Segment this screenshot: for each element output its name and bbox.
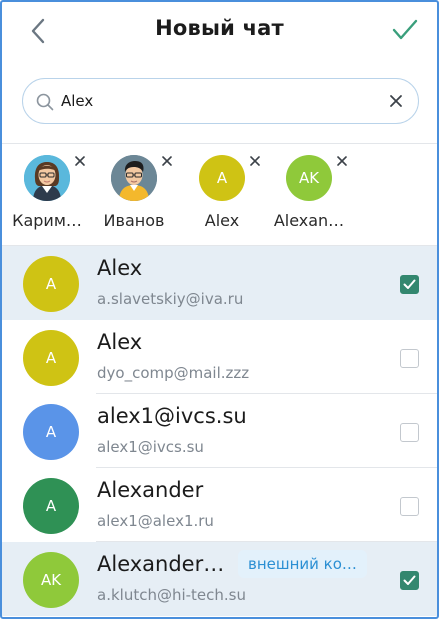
avatar: A (23, 256, 79, 312)
avatar-initials: A (45, 275, 57, 293)
avatar: A (23, 330, 79, 386)
confirm-button[interactable] (389, 14, 421, 46)
man-avatar-icon (111, 155, 157, 201)
close-icon (250, 156, 260, 166)
contact-name: alex1@ivcs.su (97, 404, 247, 428)
contact-row[interactable]: A alex1@ivcs.su alex1@ivcs.su (2, 394, 437, 468)
divider (2, 143, 437, 144)
page-title: Новый чат (155, 16, 284, 40)
close-icon (75, 156, 85, 166)
contact-row[interactable]: A Alexander alex1@alex1.ru (2, 468, 437, 542)
avatar (24, 155, 70, 201)
avatar-initials: A (45, 349, 57, 367)
selected-chip[interactable]: Иванов (93, 153, 183, 241)
contact-checkbox[interactable] (400, 349, 419, 368)
selected-chip[interactable]: A Alex (181, 153, 271, 241)
avatar-initials: AK (40, 571, 62, 589)
contact-row[interactable]: A Alex dyo_comp@mail.zzz (2, 320, 437, 394)
close-icon (390, 95, 402, 107)
chip-name: Иванов (103, 211, 165, 230)
header-bar: Новый чат (2, 2, 437, 60)
contact-email: a.slavetskiy@iva.ru (97, 290, 244, 308)
avatar (111, 155, 157, 201)
selected-chip[interactable]: Карим… (6, 153, 96, 241)
contact-name: Alexander… (97, 552, 225, 576)
close-icon (337, 156, 347, 166)
contact-name: Alex (97, 330, 143, 354)
contact-checkbox[interactable] (400, 571, 419, 590)
selected-chip[interactable]: AK Alexan… (268, 153, 358, 241)
contact-checkbox[interactable] (400, 423, 419, 442)
search-input[interactable] (61, 87, 381, 115)
chip-name: Alexan… (273, 211, 345, 230)
avatar: A (199, 155, 245, 201)
contact-row[interactable]: AK Alexander… внешний ко… a.klutch@hi-te… (2, 542, 437, 616)
avatar-initials: A (45, 423, 57, 441)
search-icon (36, 93, 54, 111)
remove-chip-button[interactable] (334, 153, 350, 169)
selected-participants: Карим… Иванов A Alex AK Alexan… (2, 145, 437, 245)
chip-name: Карим… (12, 211, 82, 230)
avatar-initials: AK (298, 169, 320, 187)
contact-row[interactable]: A Alex a.slavetskiy@iva.ru (2, 246, 437, 320)
check-icon (392, 19, 418, 40)
contact-checkbox[interactable] (400, 275, 419, 294)
avatar: A (23, 478, 79, 534)
search-clear-button[interactable] (386, 91, 406, 111)
remove-chip-button[interactable] (247, 153, 263, 169)
chip-name: Alex (204, 211, 240, 230)
contact-email: a.klutch@hi-tech.su (97, 586, 246, 604)
contact-email: dyo_comp@mail.zzz (97, 364, 250, 382)
close-icon (162, 156, 172, 166)
contact-name: Alex (97, 256, 143, 280)
check-icon (403, 279, 416, 289)
avatar: AK (23, 552, 79, 608)
app-window: Новый чат Alex Карим… Иванов A Alex AK A… (0, 0, 439, 619)
avatar: AK (286, 155, 332, 201)
contact-name: Alexander (97, 478, 204, 502)
avatar-initials: A (45, 497, 57, 515)
external-contact-badge: внешний ко… (238, 550, 367, 578)
contact-email: alex1@ivcs.su (97, 438, 204, 456)
avatar-initials: A (216, 169, 228, 187)
avatar: A (23, 404, 79, 460)
contact-checkbox[interactable] (400, 497, 419, 516)
search-box (22, 78, 419, 124)
remove-chip-button[interactable] (159, 153, 175, 169)
contact-email: alex1@alex1.ru (97, 512, 214, 530)
remove-chip-button[interactable] (72, 153, 88, 169)
woman-avatar-icon (24, 155, 70, 201)
check-icon (403, 575, 416, 585)
